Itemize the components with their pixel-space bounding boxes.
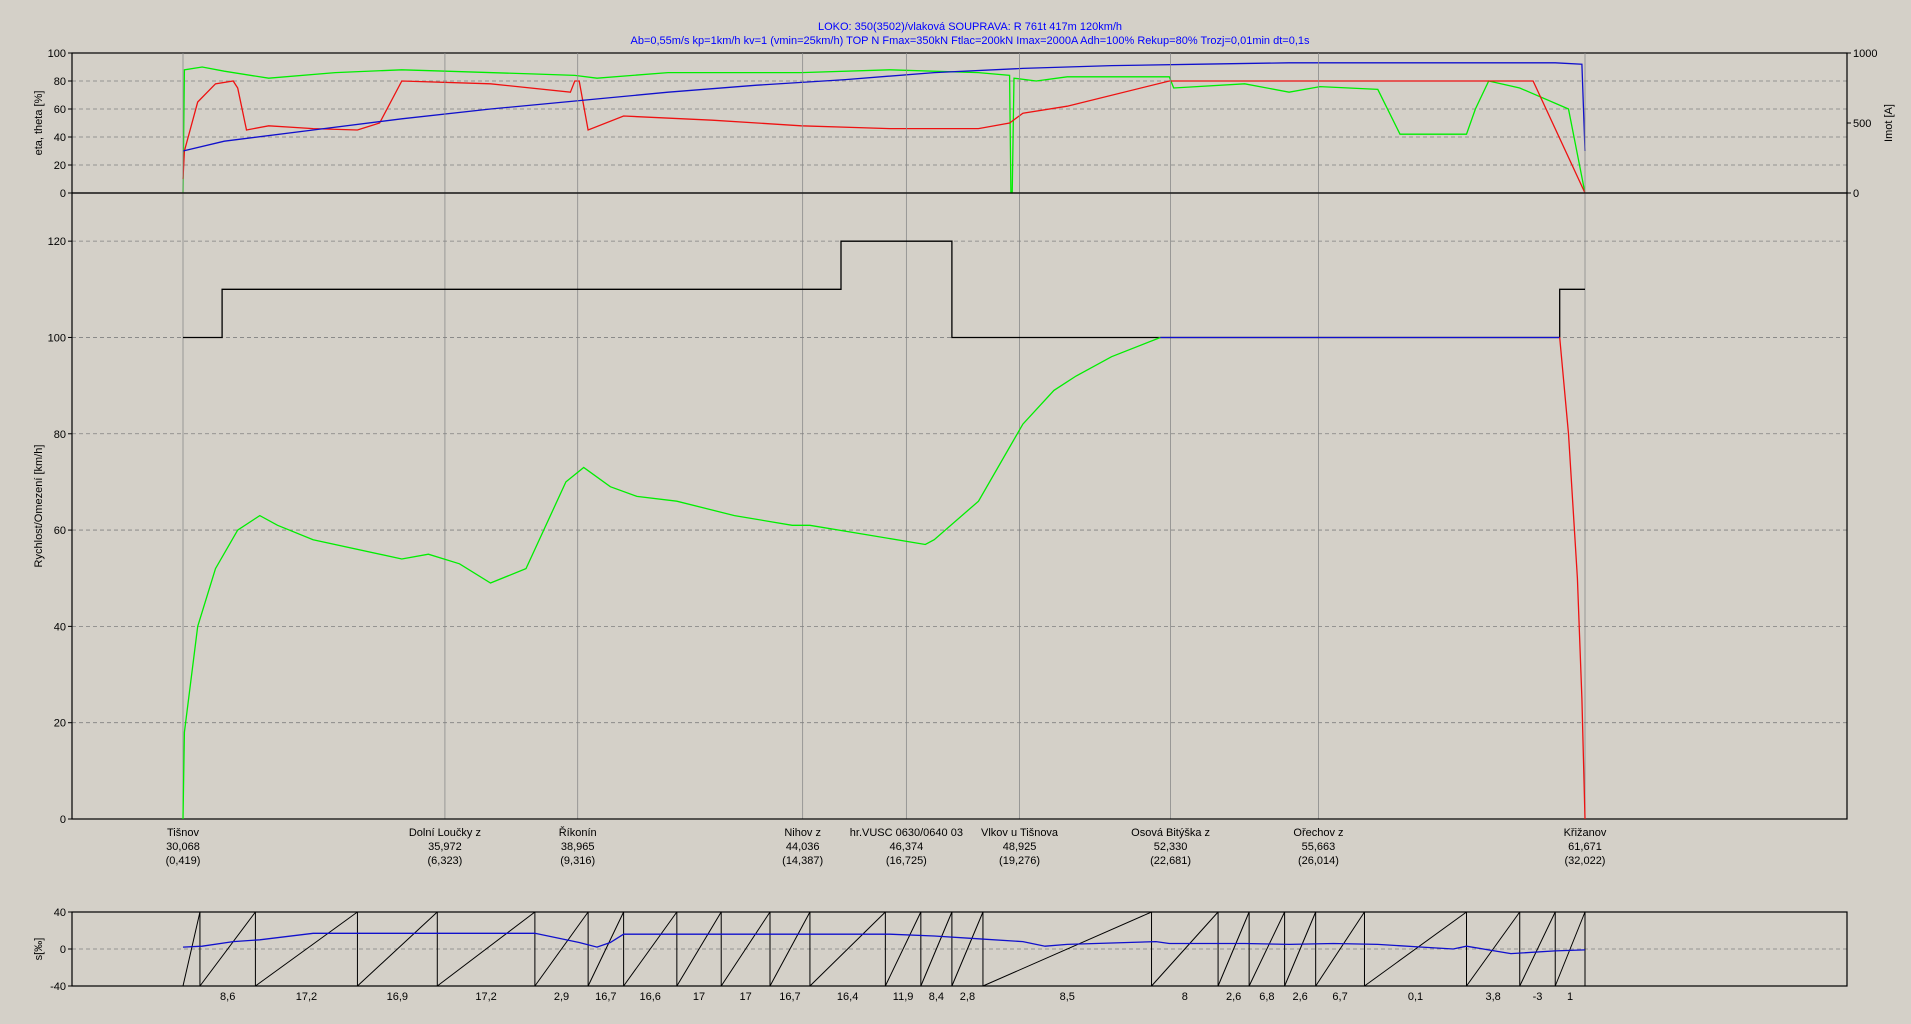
gradient-ramp bbox=[720, 911, 771, 987]
station-name: Křižanov bbox=[1564, 827, 1607, 839]
station-km: 38,965 bbox=[561, 841, 595, 853]
gradient-value-label: 6,7 bbox=[1332, 991, 1347, 1003]
station-km: 30,068 bbox=[166, 841, 200, 853]
gradient-ramp bbox=[982, 911, 1152, 987]
station-km: 44,036 bbox=[786, 841, 820, 853]
gradient-value-label: 1 bbox=[1567, 991, 1573, 1003]
y-tick-label: -40 bbox=[50, 981, 66, 993]
y-tick-label: 0 bbox=[60, 814, 66, 826]
y-tick-label: 20 bbox=[54, 160, 66, 172]
station-name: Říkonín bbox=[559, 826, 597, 839]
station-km: 48,925 bbox=[1003, 841, 1037, 853]
y-tick-label: 40 bbox=[54, 907, 66, 919]
y-tick-label: 60 bbox=[54, 104, 66, 116]
y-tick-label: 100 bbox=[48, 48, 66, 60]
gradient-value-label: 16,9 bbox=[387, 991, 408, 1003]
station-km: 61,671 bbox=[1568, 841, 1602, 853]
station-name: Vlkov u Tišnova bbox=[981, 827, 1059, 839]
y-tick-label: 60 bbox=[54, 525, 66, 537]
station-name: Ořechov z bbox=[1293, 827, 1343, 839]
station-relative-km: (26,014) bbox=[1298, 855, 1339, 867]
y2-tick-label: 1000 bbox=[1853, 48, 1877, 60]
series-line-blue bbox=[182, 62, 1586, 152]
station-km: 55,663 bbox=[1302, 841, 1336, 853]
gradient-value-label: 17,2 bbox=[475, 991, 496, 1003]
station-relative-km: (22,681) bbox=[1150, 855, 1191, 867]
station-name: Dolní Loučky z bbox=[409, 827, 481, 839]
plot-frame bbox=[71, 192, 1848, 820]
gradient-value-label: 8,5 bbox=[1060, 991, 1075, 1003]
y-axis-label: s[‰] bbox=[33, 938, 45, 961]
series-line-red bbox=[1559, 337, 1586, 820]
gradient-value-label: 6,8 bbox=[1259, 991, 1274, 1003]
y-tick-label: 40 bbox=[54, 621, 66, 633]
y2-tick-label: 0 bbox=[1853, 188, 1859, 200]
station-name: Nihov z bbox=[784, 827, 821, 839]
gradient-value-label: 16,4 bbox=[837, 991, 858, 1003]
y-axis-label: eta, theta [%] bbox=[33, 91, 45, 156]
station-relative-km: (16,725) bbox=[886, 855, 927, 867]
y-tick-label: 80 bbox=[54, 429, 66, 441]
gradient-value-label: 8,6 bbox=[220, 991, 235, 1003]
y-axis-label: Rychlost/Omezení [km/h] bbox=[33, 445, 45, 568]
gradient-ramp bbox=[1315, 911, 1365, 987]
station-relative-km: (6,323) bbox=[427, 855, 462, 867]
header-line-1: LOKO: 350(3502)/vlaková SOUPRAVA: R 761t… bbox=[818, 21, 1122, 33]
station-name: Osová Bitýška z bbox=[1131, 827, 1210, 839]
gradient-value-label: 2,6 bbox=[1292, 991, 1307, 1003]
series-line-blue bbox=[182, 932, 1586, 955]
y-tick-label: 0 bbox=[60, 944, 66, 956]
y2-axis-label: Imot [A] bbox=[1883, 104, 1895, 142]
header-line-2: Ab=0,55m/s kp=1km/h kv=1 (vmin=25km/h) T… bbox=[630, 35, 1310, 47]
y-tick-label: 40 bbox=[54, 132, 66, 144]
station-km: 35,972 bbox=[428, 841, 462, 853]
gradient-value-label: 8 bbox=[1182, 991, 1188, 1003]
gradient-value-label: 17 bbox=[693, 991, 705, 1003]
gradient-value-label: 0,1 bbox=[1408, 991, 1423, 1003]
gradient-value-label: 8,4 bbox=[929, 991, 944, 1003]
y2-tick-label: 500 bbox=[1853, 118, 1871, 130]
station-name: Tišnov bbox=[167, 827, 199, 839]
gradient-value-label: 17,2 bbox=[296, 991, 317, 1003]
station-relative-km: (0,419) bbox=[166, 855, 201, 867]
y-tick-label: 120 bbox=[48, 236, 66, 248]
gradient-value-label: 11,9 bbox=[893, 991, 914, 1003]
gradient-value-label: -3 bbox=[1533, 991, 1543, 1003]
speed-panel: 0 20 40 60 80 100 120 Rychlost/Omezení [km/h] bbox=[33, 53, 1848, 826]
station-labels: Tišnov 30,068 (0,419) Dolní Loučky z 35,972 (… bbox=[166, 826, 1607, 867]
train-run-chart: LOKO: 350(3502)/vlaková SOUPRAVA: R 761t… bbox=[33, 21, 1895, 1003]
gradient-panel: -40040s[‰]8,6 17,2 16,9 17,2 2,9 16,7 16,6 17 17… bbox=[33, 907, 1848, 1003]
station-relative-km: (9,316) bbox=[560, 855, 595, 867]
series-line-black bbox=[183, 240, 1585, 339]
gradient-value-label: 2,9 bbox=[554, 991, 569, 1003]
gradient-value-label: 17 bbox=[739, 991, 751, 1003]
station-relative-km: (19,276) bbox=[999, 855, 1040, 867]
y-tick-label: 0 bbox=[60, 188, 66, 200]
series-line-green bbox=[182, 336, 1161, 820]
station-relative-km: (14,387) bbox=[782, 855, 823, 867]
gradient-value-label: 16,7 bbox=[595, 991, 616, 1003]
station-km: 46,374 bbox=[890, 841, 924, 853]
y-tick-label: 100 bbox=[48, 332, 66, 344]
gradient-value-label: 16,7 bbox=[779, 991, 800, 1003]
station-relative-km: (32,022) bbox=[1565, 855, 1606, 867]
y-tick-label: 20 bbox=[54, 718, 66, 730]
gradient-value-label: 2,6 bbox=[1226, 991, 1241, 1003]
station-name: hr.VUSC 0630/0640 03 bbox=[850, 827, 963, 839]
series-line-green bbox=[182, 66, 1586, 194]
y-tick-label: 80 bbox=[54, 76, 66, 88]
gradient-value-label: 16,6 bbox=[640, 991, 661, 1003]
efficiency-panel: 02040608010005001000Imot [A]eta, theta [… bbox=[33, 48, 1895, 200]
station-km: 52,330 bbox=[1154, 841, 1188, 853]
gradient-value-label: 2,8 bbox=[960, 991, 975, 1003]
gradient-value-label: 3,8 bbox=[1485, 991, 1500, 1003]
